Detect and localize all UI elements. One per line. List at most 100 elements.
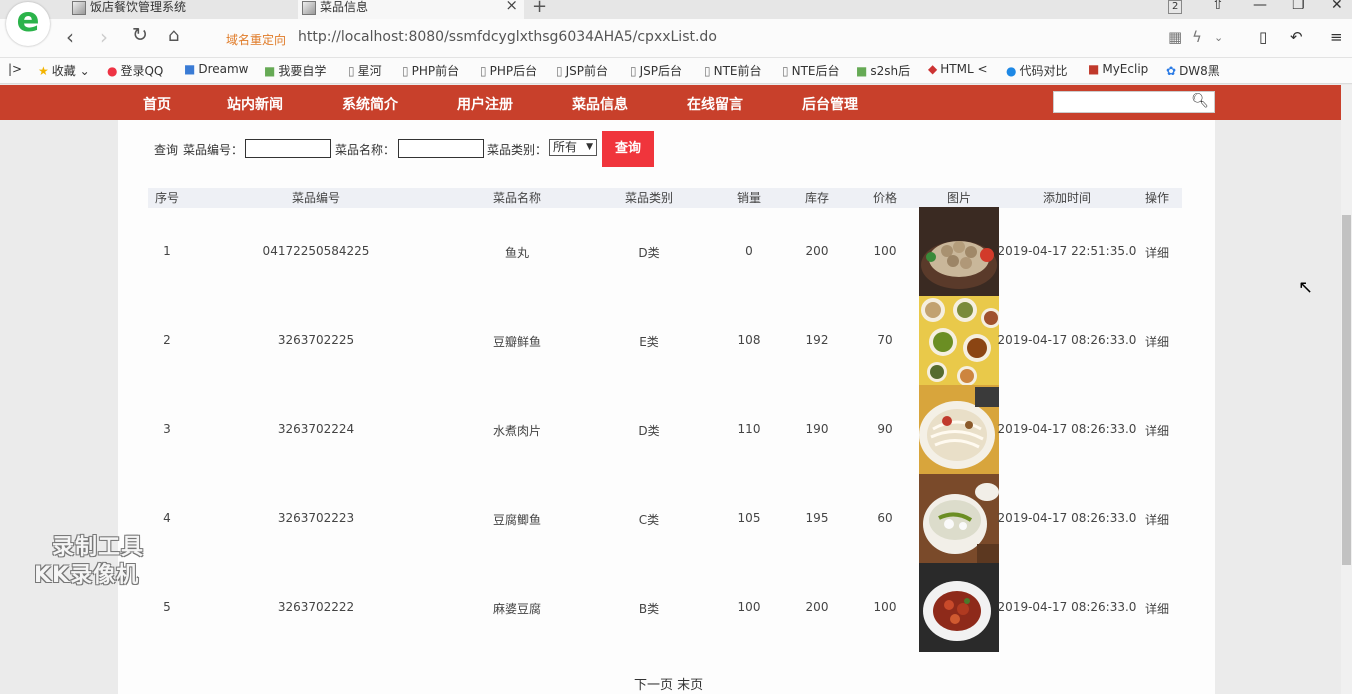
undo-icon[interactable]: ↶ — [1290, 28, 1303, 46]
recorder-watermark: 录制工具 KK录像机 — [34, 534, 144, 590]
cell-stock: 195 — [805, 511, 829, 525]
sidebar-toggle-icon[interactable]: |> — [8, 62, 22, 76]
tab-count-badge[interactable]: 2 — [1168, 0, 1183, 14]
query-button[interactable]: 查询 — [602, 131, 654, 167]
dish-image[interactable] — [919, 563, 999, 652]
bookmarks-bar: |> ★ 收藏 ⌄ ● 登录QQ ■ Dreamw ■ 我要自学 ▯ 星河 ▯ PHP前台 … — [0, 58, 1352, 84]
nav-messages[interactable]: 在线留言 — [687, 94, 743, 114]
pagination: 下一页 末页 — [634, 674, 703, 693]
close-window-icon[interactable]: ✕ — [1331, 0, 1343, 13]
page-icon: ▯ — [556, 64, 563, 78]
bookmark-icon: ■ — [264, 64, 276, 78]
refresh-icon[interactable]: ↻ — [132, 24, 148, 46]
lightning-icon[interactable]: ϟ — [1192, 28, 1202, 46]
category-select-value: 所有 — [553, 140, 578, 154]
skin-icon[interactable]: ⇧ — [1212, 0, 1224, 13]
bookmark-item[interactable]: ◆ HTML < — [928, 62, 988, 76]
browser-logo[interactable]: e — [6, 0, 50, 46]
dish-image[interactable] — [919, 474, 999, 563]
forward-icon[interactable]: › — [100, 25, 108, 49]
cell-name: 水煮肉片 — [492, 424, 542, 438]
page-icon: ▯ — [630, 64, 637, 78]
dish-image[interactable] — [919, 385, 999, 474]
detail-link[interactable]: 详细 — [1145, 422, 1169, 439]
cell-name: 豆瓣鲜鱼 — [492, 335, 542, 349]
th-sales: 销量 — [736, 191, 762, 205]
bookmark-icon: ■ — [856, 64, 868, 78]
name-label: 菜品名称： — [335, 143, 396, 157]
detail-link[interactable]: 详细 — [1145, 244, 1169, 261]
cell-sales: 0 — [745, 244, 753, 258]
bookmark-item[interactable]: ★ 收藏 ⌄ — [38, 62, 90, 79]
nav-home[interactable]: 首页 — [143, 94, 171, 114]
site-search: 🔍︎ — [1053, 91, 1215, 113]
nav-dishes[interactable]: 菜品信息 — [572, 94, 628, 114]
th-stock: 库存 — [804, 191, 830, 205]
mouse-pointer-icon: ↖ — [1298, 277, 1314, 298]
chevron-down-icon[interactable]: ⌄ — [1214, 31, 1223, 44]
category-select[interactable]: 所有 ▼ — [549, 139, 597, 156]
compare-icon: ● — [1006, 64, 1017, 78]
cell-index: 4 — [163, 511, 171, 525]
minimize-icon[interactable]: — — [1253, 0, 1267, 13]
bookmark-item[interactable]: ▯ NTE后台 — [782, 62, 840, 79]
nav-about[interactable]: 系统简介 — [342, 94, 398, 114]
back-icon[interactable]: ‹ — [66, 25, 74, 49]
site-search-input[interactable] — [1056, 93, 1190, 113]
grid-icon[interactable]: ▦ — [1168, 28, 1182, 46]
cell-category: D类 — [638, 246, 660, 260]
bookmark-item[interactable]: ■ Dreamw — [184, 62, 249, 76]
bookmark-item[interactable]: ■ MyEclip — [1088, 62, 1148, 76]
menu-icon[interactable]: ≡ — [1330, 28, 1343, 46]
cell-price: 100 — [873, 600, 897, 614]
redirect-label[interactable]: 域名重定向 — [226, 31, 286, 48]
dish-image[interactable] — [919, 207, 999, 296]
cell-category: D类 — [638, 424, 660, 438]
cell-category: C类 — [638, 513, 660, 527]
nav-register[interactable]: 用户注册 — [457, 94, 513, 114]
th-action: 操作 — [1144, 191, 1170, 205]
dish-image[interactable] — [919, 296, 999, 385]
search-icon[interactable]: 🔍︎ — [1191, 93, 1209, 109]
address-bar[interactable]: http://localhost:8080/ssmfdcyglxthsg6034… — [298, 29, 717, 45]
star-icon: ★ — [38, 64, 49, 78]
bookmark-item[interactable]: ▯ PHP前台 — [402, 62, 459, 79]
cell-price: 60 — [877, 511, 893, 525]
maximize-icon[interactable]: ❐ — [1292, 0, 1305, 13]
bookmark-item[interactable]: ■ s2sh后 — [856, 62, 910, 79]
nav-news[interactable]: 站内新闻 — [227, 94, 283, 114]
home-icon[interactable]: ⌂ — [168, 25, 179, 46]
bookmark-item[interactable]: ✿ DW8黑 — [1166, 62, 1220, 79]
th-name: 菜品名称 — [492, 191, 542, 205]
bookmark-item[interactable]: ■ 我要自学 — [264, 62, 326, 79]
reader-icon[interactable]: ▯ — [1259, 28, 1267, 46]
page-icon: ▯ — [348, 64, 355, 78]
next-page-link[interactable]: 下一页 — [634, 678, 673, 693]
cell-category: B类 — [638, 602, 660, 616]
bookmark-item[interactable]: ● 登录QQ — [107, 62, 163, 79]
nav-admin[interactable]: 后台管理 — [802, 94, 858, 114]
detail-link[interactable]: 详细 — [1145, 333, 1169, 350]
bookmark-item[interactable]: ● 代码对比 — [1006, 62, 1068, 79]
new-tab-icon[interactable]: + — [532, 0, 547, 17]
bookmark-item[interactable]: ▯ PHP后台 — [480, 62, 537, 79]
code-input[interactable] — [245, 139, 331, 158]
last-page-link[interactable]: 末页 — [677, 678, 703, 693]
detail-link[interactable]: 详细 — [1145, 600, 1169, 617]
bookmark-item[interactable]: ▯ 星河 — [348, 62, 382, 79]
cell-time: 2019-04-17 22:51:35.0 — [997, 244, 1137, 258]
tab-home[interactable]: 饭店餐饮管理系统 — [68, 0, 294, 19]
browser-tab-bar: 饭店餐饮管理系统 菜品信息 × + 2 ⇧ — ❐ ✕ — [0, 0, 1352, 19]
table-row: 2 3263702225 豆瓣鲜鱼 E类 108 192 70 2019-04-… — [0, 296, 1352, 385]
page-favicon-icon — [72, 1, 86, 15]
name-input[interactable] — [398, 139, 484, 158]
tab-label: 饭店餐饮管理系统 — [90, 0, 187, 14]
cell-code: 3263702223 — [277, 511, 355, 525]
tab-dishes[interactable]: 菜品信息 × — [298, 0, 524, 19]
close-tab-icon[interactable]: × — [505, 0, 518, 13]
cell-code: 3263702224 — [277, 422, 355, 436]
detail-link[interactable]: 详细 — [1145, 511, 1169, 528]
bookmark-item[interactable]: ▯ JSP前台 — [556, 62, 608, 79]
bookmark-item[interactable]: ▯ JSP后台 — [630, 62, 682, 79]
bookmark-item[interactable]: ▯ NTE前台 — [704, 62, 762, 79]
